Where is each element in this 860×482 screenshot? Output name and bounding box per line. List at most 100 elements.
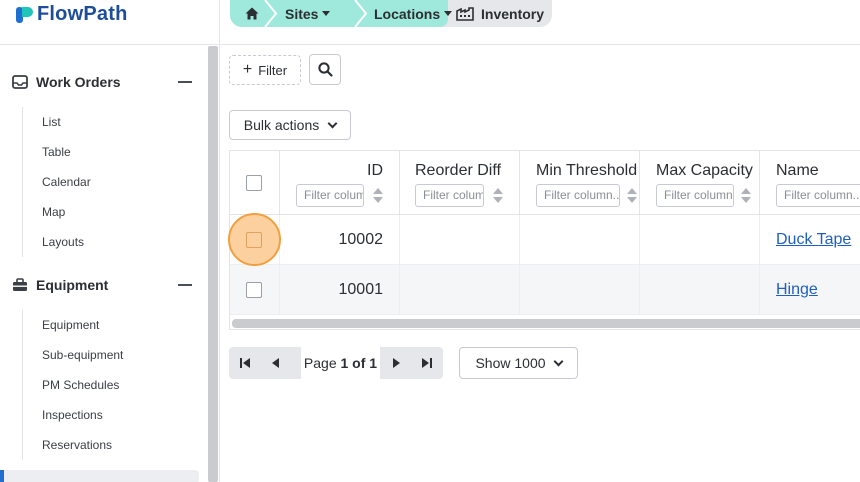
top-bar: Sites Locations Inventory	[220, 0, 860, 45]
search-icon	[317, 62, 333, 77]
cell-reorder-diff	[400, 265, 520, 315]
sidebar-item-map[interactable]: Map	[23, 197, 192, 227]
sidebar-section-work-orders[interactable]: Work Orders	[12, 71, 192, 93]
column-title: ID	[367, 162, 383, 179]
item-name-link[interactable]: Duck Tape	[776, 231, 851, 248]
previous-page-button[interactable]	[261, 347, 292, 379]
item-name-link[interactable]: Hinge	[776, 281, 818, 298]
sidebar-item-reservations[interactable]: Reservations	[23, 430, 192, 460]
bulk-actions-button[interactable]: Bulk actions	[229, 110, 351, 140]
column-title: Max Capacity	[656, 162, 753, 179]
next-page-button[interactable]	[380, 347, 411, 379]
sidebar-item-inspections[interactable]: Inspections	[23, 400, 192, 430]
row-checkbox[interactable]	[246, 282, 262, 298]
page-size-select[interactable]: Show 1000	[459, 347, 578, 379]
plus-icon: +	[242, 61, 253, 78]
cell-max-capacity	[640, 215, 760, 265]
column-title: Reorder Diff	[415, 162, 501, 179]
row-select-cell	[230, 265, 280, 315]
logo-bar: FlowPath	[0, 0, 219, 45]
column-header-reorder-diff[interactable]: Reorder Diff Filter column...	[400, 151, 520, 215]
sidebar-section-equipment[interactable]: Equipment	[12, 274, 192, 296]
chevron-down-icon	[327, 118, 338, 128]
sort-icon[interactable]	[493, 188, 503, 204]
breadcrumb: Sites Locations Inventory	[230, 0, 552, 27]
sidebar-item-table[interactable]: Table	[23, 137, 192, 167]
page-indicator: Page 1 of 1	[301, 347, 380, 379]
table-row[interactable]: 10001 Hinge	[230, 265, 860, 315]
cell-name: Hinge	[760, 265, 860, 315]
sidebar-section-label: Equipment	[36, 277, 109, 293]
column-title: Name	[776, 162, 819, 179]
sidebar-scrollbar[interactable]	[208, 46, 218, 482]
table-horizontal-scrollbar[interactable]	[232, 319, 860, 328]
sidebar-item-calendar[interactable]: Calendar	[23, 167, 192, 197]
flowpath-logo-icon	[16, 5, 34, 25]
pagination: Page 1 of 1	[229, 347, 443, 379]
chevron-left-icon	[272, 358, 279, 368]
sidebar: FlowPath Work Orders List Table Calendar…	[0, 0, 220, 482]
sidebar-item-sub-equipment[interactable]: Sub-equipment	[23, 340, 192, 370]
chevron-down-icon	[553, 356, 563, 366]
sidebar-item-equipment[interactable]: Equipment	[23, 310, 192, 340]
column-header-id[interactable]: ID Filter column...	[280, 151, 400, 215]
page-prefix: Page	[303, 355, 337, 371]
sidebar-item-active[interactable]	[0, 470, 199, 482]
warehouse-icon	[456, 6, 474, 21]
page-count: 1 of 1	[340, 355, 378, 371]
collapse-icon[interactable]	[178, 81, 192, 83]
breadcrumb-home[interactable]	[245, 0, 259, 27]
last-page-icon	[430, 358, 432, 368]
column-header-name[interactable]: Name Filter column...	[760, 151, 860, 215]
filter-label: Filter	[258, 62, 288, 78]
last-page-arrow-icon	[422, 358, 429, 368]
page-size-label: Show 1000	[475, 355, 546, 371]
table-row[interactable]: 10002 Duck Tape	[230, 215, 860, 265]
column-filter-input[interactable]: Filter column...	[776, 184, 860, 207]
sidebar-item-layouts[interactable]: Layouts	[23, 227, 192, 257]
collapse-icon[interactable]	[178, 284, 192, 286]
breadcrumb-separator-icon	[354, 0, 368, 27]
inventory-table: ID Filter column... Reorder Diff Filter …	[229, 150, 860, 330]
sidebar-item-list[interactable]: List	[23, 107, 192, 137]
active-indicator	[0, 470, 4, 482]
search-button[interactable]	[309, 54, 341, 85]
breadcrumb-label: Locations	[374, 5, 441, 22]
last-page-button[interactable]	[412, 347, 443, 379]
sort-icon[interactable]	[741, 188, 751, 204]
sort-icon[interactable]	[373, 188, 383, 204]
bulk-actions-label: Bulk actions	[243, 117, 320, 133]
app-name: FlowPath	[37, 3, 128, 25]
column-filter-input[interactable]: Filter column...	[415, 184, 484, 207]
click-indicator	[228, 213, 281, 266]
breadcrumb-locations[interactable]: Locations	[374, 0, 453, 27]
column-header-max-capacity[interactable]: Max Capacity Filter column...	[640, 151, 760, 215]
column-header-min-threshold[interactable]: Min Threshold Filter column...	[520, 151, 640, 215]
caret-down-icon	[322, 11, 331, 16]
cell-max-capacity	[640, 265, 760, 315]
chevron-right-icon	[393, 358, 400, 368]
breadcrumb-label: Sites	[285, 5, 319, 22]
first-page-button[interactable]	[229, 347, 260, 379]
column-filter-input[interactable]: Filter column...	[296, 184, 364, 207]
equipment-submenu: Equipment Sub-equipment PM Schedules Ins…	[22, 310, 192, 460]
id-value: 10002	[338, 231, 384, 248]
breadcrumb-sites[interactable]: Sites	[285, 0, 331, 27]
caret-down-icon	[444, 11, 453, 16]
cell-id: 10002	[280, 215, 400, 265]
home-icon	[245, 7, 259, 20]
select-all-column	[230, 151, 280, 215]
sidebar-item-pm-schedules[interactable]: PM Schedules	[23, 370, 192, 400]
breadcrumb-label: Inventory	[481, 5, 545, 22]
column-filter-input[interactable]: Filter column...	[656, 184, 734, 207]
app-logo[interactable]: FlowPath	[16, 3, 128, 26]
table-header: ID Filter column... Reorder Diff Filter …	[230, 151, 860, 215]
column-title: Min Threshold	[536, 162, 638, 179]
sort-icon[interactable]	[627, 188, 637, 204]
toolbox-icon	[12, 278, 28, 292]
cell-min-threshold	[520, 265, 640, 315]
column-filter-input[interactable]: Filter column...	[536, 184, 620, 207]
cell-name: Duck Tape	[760, 215, 860, 265]
add-filter-button[interactable]: + Filter	[229, 55, 301, 85]
select-all-checkbox[interactable]	[246, 175, 262, 191]
